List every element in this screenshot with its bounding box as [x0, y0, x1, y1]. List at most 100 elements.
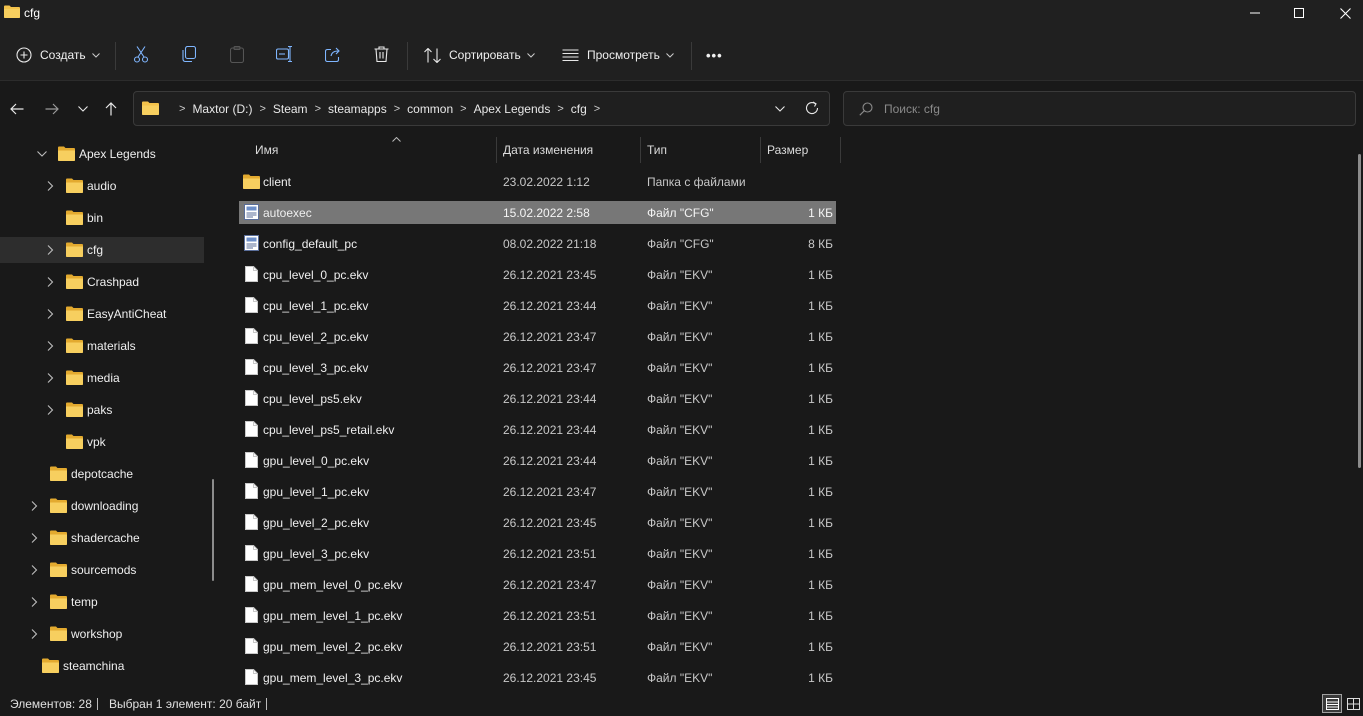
chevron-right-icon[interactable] — [45, 181, 55, 191]
nav-item-cfg[interactable]: cfg — [0, 237, 204, 263]
file-row[interactable]: cpu_level_3_pc.ekv 26.12.2021 23:47 Файл "… — [239, 356, 836, 379]
file-row[interactable]: cpu_level_ps5_retail.ekv 26.12.2021 23:44… — [239, 418, 836, 441]
nav-scrollbar[interactable] — [212, 479, 214, 581]
nav-item-workshop[interactable]: workshop — [0, 621, 204, 647]
copy-icon — [182, 46, 196, 62]
delete-button[interactable] — [371, 44, 391, 64]
back-button[interactable] — [7, 100, 27, 118]
refresh-icon[interactable] — [805, 101, 819, 115]
column-header-name[interactable]: Имя — [249, 137, 497, 163]
folder-icon — [142, 101, 159, 115]
column-type-label: Тип — [647, 143, 668, 157]
rename-button[interactable] — [275, 44, 295, 64]
chevron-right-icon[interactable] — [29, 501, 39, 511]
folder-icon — [50, 466, 67, 481]
breadcrumb-item[interactable]: steamapps — [328, 102, 387, 116]
file-name: cpu_level_3_pc.ekv — [263, 361, 369, 375]
file-row[interactable]: autoexec 15.02.2022 2:58 Файл "CFG" 1 КБ — [239, 201, 836, 224]
file-row[interactable]: cpu_level_0_pc.ekv 26.12.2021 23:45 Файл "… — [239, 263, 836, 286]
recent-locations-button[interactable] — [73, 100, 93, 118]
nav-item-media[interactable]: media — [0, 365, 204, 391]
toolbar-separator — [407, 42, 408, 70]
forward-button[interactable] — [42, 100, 62, 118]
file-date: 26.12.2021 23:51 — [503, 640, 597, 654]
copy-button[interactable] — [179, 44, 199, 64]
file-icon — [245, 607, 258, 623]
chevron-right-icon[interactable] — [45, 277, 55, 287]
breadcrumb-item[interactable]: Maxtor (D:) — [192, 102, 252, 116]
create-button[interactable]: Создать — [16, 39, 100, 71]
close-button[interactable] — [1322, 0, 1363, 26]
chevron-down-icon[interactable] — [775, 106, 785, 112]
column-header-type[interactable]: Тип — [641, 137, 760, 163]
file-icon — [245, 266, 258, 282]
column-divider[interactable] — [840, 137, 841, 163]
chevron-right-icon[interactable] — [45, 309, 55, 319]
file-list-scrollbar[interactable] — [1358, 154, 1361, 468]
nav-item-crashpad[interactable]: Crashpad — [0, 269, 204, 295]
more-options-button[interactable]: ••• — [706, 39, 723, 71]
file-row[interactable]: gpu_level_2_pc.ekv 26.12.2021 23:45 Файл "… — [239, 511, 836, 534]
paste-button[interactable] — [227, 44, 247, 64]
chevron-right-icon: > — [557, 103, 564, 115]
details-view-button[interactable] — [1322, 694, 1342, 713]
cut-button[interactable] — [131, 44, 151, 64]
nav-item-vpk[interactable]: vpk — [0, 429, 204, 455]
address-bar[interactable]: > Maxtor (D:) > Steam > steamapps > comm… — [133, 91, 830, 126]
file-type: Файл "EKV" — [647, 392, 713, 406]
nav-item-temp[interactable]: temp — [0, 589, 204, 615]
file-row[interactable]: gpu_mem_level_3_pc.ekv 26.12.2021 23:45 Фа… — [239, 666, 836, 689]
minimize-button[interactable] — [1232, 0, 1278, 26]
file-name: gpu_mem_level_2_pc.ekv — [263, 640, 403, 654]
chevron-down-icon[interactable] — [37, 149, 47, 159]
column-header-size[interactable]: Размер — [761, 137, 840, 163]
nav-item-sourcemods[interactable]: sourcemods — [0, 557, 204, 583]
nav-item-downloading[interactable]: downloading — [0, 493, 204, 519]
search-icon — [859, 102, 873, 116]
search-input[interactable]: Поиск: cfg — [843, 91, 1356, 126]
tiles-view-button[interactable] — [1343, 694, 1363, 713]
file-row[interactable]: client 23.02.2022 1:12 Папка с файлами — [239, 170, 836, 193]
nav-item-paks[interactable]: paks — [0, 397, 204, 423]
breadcrumb-item[interactable]: cfg — [571, 102, 587, 116]
chevron-right-icon[interactable] — [29, 629, 39, 639]
file-row[interactable]: gpu_level_3_pc.ekv 26.12.2021 23:51 Файл "… — [239, 542, 836, 565]
maximize-button[interactable] — [1276, 0, 1322, 26]
chevron-right-icon[interactable] — [45, 245, 55, 255]
share-button[interactable] — [323, 44, 343, 64]
nav-item-easyanticheat[interactable]: EasyAntiCheat — [0, 301, 204, 327]
file-row[interactable]: gpu_level_1_pc.ekv 26.12.2021 23:47 Файл "… — [239, 480, 836, 503]
file-list: Имя Дата изменения Тип Размер client 23.0… — [225, 137, 1363, 691]
file-row[interactable]: cpu_level_1_pc.ekv 26.12.2021 23:44 Файл "… — [239, 294, 836, 317]
chevron-right-icon[interactable] — [29, 597, 39, 607]
file-name: cpu_level_ps5.ekv — [263, 392, 362, 406]
file-type: Файл "EKV" — [647, 330, 713, 344]
chevron-right-icon[interactable] — [29, 565, 39, 575]
nav-item-steamchina[interactable]: steamchina — [0, 653, 204, 679]
chevron-right-icon[interactable] — [45, 341, 55, 351]
file-row[interactable]: cpu_level_ps5.ekv 26.12.2021 23:44 Файл "E… — [239, 387, 836, 410]
file-row[interactable]: config_default_pc 08.02.2022 21:18 Файл "C… — [239, 232, 836, 255]
nav-item-materials[interactable]: materials — [0, 333, 204, 359]
file-row[interactable]: gpu_mem_level_1_pc.ekv 26.12.2021 23:51 Фа… — [239, 604, 836, 627]
up-button[interactable] — [101, 100, 121, 118]
nav-item-depotcache[interactable]: depotcache — [0, 461, 204, 487]
breadcrumb-item[interactable]: Steam — [273, 102, 308, 116]
nav-item-bin[interactable]: bin — [0, 205, 204, 231]
chevron-right-icon[interactable] — [45, 373, 55, 383]
chevron-right-icon[interactable] — [45, 405, 55, 415]
nav-item-shadercache[interactable]: shadercache — [0, 525, 204, 551]
nav-item-apex-legends[interactable]: Apex Legends — [0, 141, 204, 167]
file-row[interactable]: cpu_level_2_pc.ekv 26.12.2021 23:47 Файл "… — [239, 325, 836, 348]
column-header-date[interactable]: Дата изменения — [497, 137, 640, 163]
chevron-right-icon[interactable] — [29, 533, 39, 543]
sort-button[interactable]: Сортировать — [424, 39, 535, 71]
file-row[interactable]: gpu_mem_level_0_pc.ekv 26.12.2021 23:47 Фа… — [239, 573, 836, 596]
file-row[interactable]: gpu_level_0_pc.ekv 26.12.2021 23:44 Файл "… — [239, 449, 836, 472]
breadcrumb-item[interactable]: Apex Legends — [474, 102, 551, 116]
breadcrumb-item[interactable]: common — [407, 102, 453, 116]
view-label: Просмотреть — [587, 48, 660, 62]
nav-item-audio[interactable]: audio — [0, 173, 204, 199]
file-row[interactable]: gpu_mem_level_2_pc.ekv 26.12.2021 23:51 Фа… — [239, 635, 836, 658]
view-button[interactable]: Просмотреть — [562, 39, 674, 71]
